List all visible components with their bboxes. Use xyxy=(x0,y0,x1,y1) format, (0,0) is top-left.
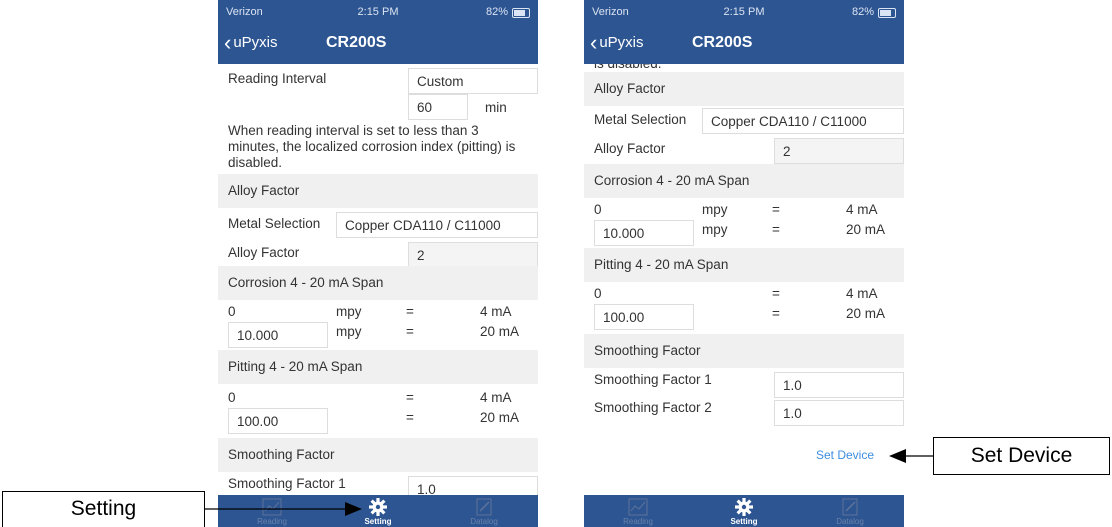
nav-bar: ‹ uPyxis CR200S xyxy=(218,24,538,64)
pitting-high-input[interactable]: 100.00 xyxy=(594,304,694,330)
chart-icon xyxy=(628,498,648,516)
section-alloy-factor: Alloy Factor xyxy=(218,174,538,208)
reading-interval-note-tail: is disabled. xyxy=(594,64,896,72)
equals-sign: = xyxy=(772,306,780,321)
smoothing-factor-1-input[interactable]: 1.0 xyxy=(774,372,904,398)
section-pitting-span: Pitting 4 - 20 mA Span xyxy=(584,248,904,282)
tab-setting[interactable]: Setting xyxy=(704,495,784,527)
corrosion-high-unit: mpy xyxy=(336,324,362,339)
back-button[interactable]: ‹ uPyxis xyxy=(590,30,644,55)
tab-bar: Reading Setting Datalog xyxy=(218,495,538,527)
datalog-icon xyxy=(476,498,492,516)
tab-reading[interactable]: Reading xyxy=(598,495,678,527)
equals-sign: = xyxy=(772,222,780,237)
gear-icon xyxy=(369,498,387,516)
pitting-high-input[interactable]: 100.00 xyxy=(228,408,328,434)
callout-set-device: Set Device xyxy=(933,437,1110,475)
page-title: CR200S xyxy=(692,34,753,51)
equals-sign: = xyxy=(406,410,414,425)
smoothing-factor-1-label: Smoothing Factor 1 xyxy=(594,372,712,387)
alloy-factor-value: 2 xyxy=(408,242,538,268)
status-bar: Verizon 2:15 PM 82% xyxy=(584,0,904,24)
equals-sign: = xyxy=(406,390,414,405)
section-corrosion-span: Corrosion 4 - 20 mA Span xyxy=(218,266,538,300)
back-label: uPyxis xyxy=(599,34,644,51)
chevron-left-icon: ‹ xyxy=(224,30,232,55)
corrosion-low-ma: 4 mA xyxy=(846,202,878,217)
tab-datalog[interactable]: Datalog xyxy=(444,495,524,527)
corrosion-high-input[interactable]: 10.000 xyxy=(228,322,328,348)
equals-sign: = xyxy=(406,304,414,319)
pitting-high-ma: 20 mA xyxy=(480,410,520,425)
smoothing-factor-1-label: Smoothing Factor 1 xyxy=(228,476,346,491)
section-smoothing-factor: Smoothing Factor xyxy=(218,438,538,472)
metal-selection-select[interactable]: Copper CDA110 / C11000 xyxy=(336,212,538,238)
smoothing-factor-2-label: Smoothing Factor 2 xyxy=(594,400,712,415)
section-smoothing-factor: Smoothing Factor xyxy=(584,334,904,368)
gear-icon xyxy=(735,498,753,516)
corrosion-low-value: 0 xyxy=(228,304,236,319)
section-alloy-factor: Alloy Factor xyxy=(584,72,904,106)
corrosion-low-value: 0 xyxy=(594,202,602,217)
pitting-high-ma: 20 mA xyxy=(846,306,886,321)
settings-scroll[interactable]: is disabled. Alloy Factor Metal Selectio… xyxy=(584,64,904,495)
smoothing-factor-2-input[interactable]: 1.0 xyxy=(774,400,904,426)
metal-selection-select[interactable]: Copper CDA110 / C11000 xyxy=(702,108,904,134)
section-pitting-span: Pitting 4 - 20 mA Span xyxy=(218,350,538,384)
tab-datalog[interactable]: Datalog xyxy=(810,495,890,527)
pitting-low-value: 0 xyxy=(228,390,236,405)
battery-percent: 82% xyxy=(485,6,508,18)
corrosion-high-unit: mpy xyxy=(702,222,728,237)
battery-percent: 82% xyxy=(851,6,874,18)
callout-setting: Setting xyxy=(2,491,205,527)
section-corrosion-span: Corrosion 4 - 20 mA Span xyxy=(584,164,904,198)
battery-icon xyxy=(878,8,896,18)
corrosion-high-ma: 20 mA xyxy=(480,324,520,339)
alloy-factor-label: Alloy Factor xyxy=(228,245,300,260)
chart-icon xyxy=(262,498,282,516)
set-device-button[interactable]: Set Device xyxy=(816,448,874,462)
corrosion-high-ma: 20 mA xyxy=(846,222,886,237)
datalog-icon xyxy=(842,498,858,516)
tab-bar: Reading Setting Datalog xyxy=(584,495,904,527)
settings-scroll[interactable]: Reading Interval Custom 60 min When read… xyxy=(218,64,538,495)
alloy-factor-label: Alloy Factor xyxy=(594,141,666,156)
reading-interval-input[interactable]: 60 xyxy=(408,94,468,120)
phone-screen-right: Verizon 2:15 PM 82% ‹uPyxis CR200S is di… xyxy=(584,0,904,527)
phone-screen-left: Verizon 2:15 PM 82% ‹ uPyxis CR200S Readi… xyxy=(218,0,538,527)
metal-selection-label: Metal Selection xyxy=(228,216,321,231)
reading-interval-note: When reading interval is set to less tha… xyxy=(228,123,516,170)
reading-interval-label: Reading Interval xyxy=(228,71,327,86)
tab-setting[interactable]: Setting xyxy=(338,495,418,527)
corrosion-low-ma: 4 mA xyxy=(480,304,512,319)
alloy-factor-value: 2 xyxy=(774,138,904,164)
back-label: uPyxis xyxy=(233,34,278,51)
corrosion-high-input[interactable]: 10.000 xyxy=(594,220,694,246)
equals-sign: = xyxy=(772,202,780,217)
smoothing-factor-1-input[interactable]: 1.0 xyxy=(408,476,538,495)
pitting-low-value: 0 xyxy=(594,286,602,301)
corrosion-low-unit: mpy xyxy=(702,202,728,217)
battery-icon xyxy=(512,8,530,18)
corrosion-low-unit: mpy xyxy=(336,304,362,319)
reading-interval-unit: min xyxy=(485,100,507,115)
page-title: CR200S xyxy=(326,34,387,51)
equals-sign: = xyxy=(406,324,414,339)
chevron-left-icon: ‹ xyxy=(590,30,598,55)
tab-reading[interactable]: Reading xyxy=(232,495,312,527)
reading-interval-select[interactable]: Custom xyxy=(408,68,538,94)
pitting-low-ma: 4 mA xyxy=(480,390,512,405)
status-bar: Verizon 2:15 PM 82% xyxy=(218,0,538,24)
metal-selection-label: Metal Selection xyxy=(594,112,687,127)
pitting-low-ma: 4 mA xyxy=(846,286,878,301)
back-button[interactable]: ‹ uPyxis xyxy=(224,30,278,55)
nav-bar: ‹ uPyxis CR200S xyxy=(584,24,904,64)
equals-sign: = xyxy=(772,286,780,301)
